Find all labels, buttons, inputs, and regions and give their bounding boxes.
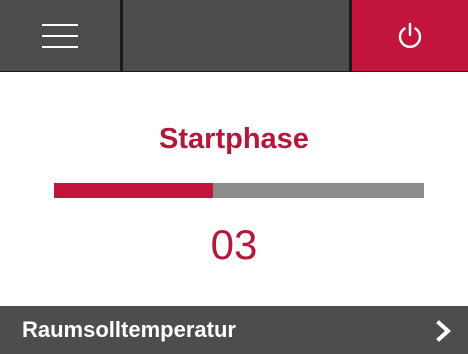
- phase-counter: 03: [210, 221, 258, 268]
- power-button[interactable]: [352, 0, 468, 71]
- status-title: Startphase: [159, 123, 309, 155]
- progress-fill: [54, 183, 214, 198]
- room-setpoint-button[interactable]: Raumsolltemperatur: [0, 306, 468, 354]
- display-screen: Startphase 03 Raumsolltemperatur: [0, 0, 468, 354]
- power-icon: [398, 22, 422, 48]
- top-bar-spacer: [123, 0, 349, 71]
- progress-bar: [54, 183, 424, 198]
- hamburger-menu-icon: [42, 23, 78, 48]
- top-bar-divider: [0, 71, 468, 72]
- room-setpoint-label: Raumsolltemperatur: [22, 317, 236, 342]
- top-bar: [0, 0, 468, 72]
- chevron-right-icon: [436, 320, 452, 342]
- menu-button[interactable]: [0, 0, 120, 71]
